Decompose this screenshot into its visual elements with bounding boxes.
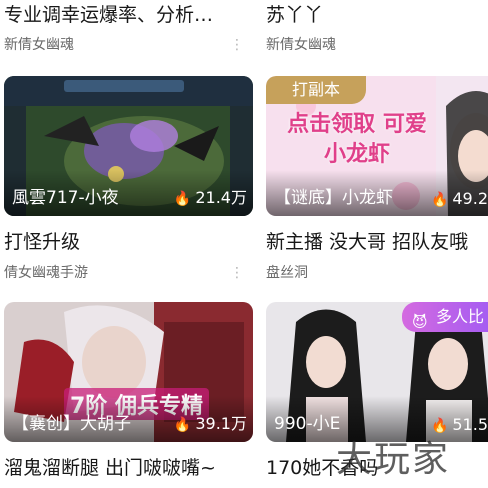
channel-name: 盘丝洞: [266, 265, 308, 281]
view-count: 🔥 49.2: [430, 189, 488, 208]
flame-icon: 🔥: [173, 191, 192, 207]
video-card[interactable]: 溜鬼溜断腿 出门啵啵嘴~: [4, 455, 222, 481]
streamer-name: 【谜底】小龙虾: [274, 188, 393, 208]
video-thumbnail[interactable]: 😈 多人比 990-小E 🔥 51.5: [266, 302, 488, 442]
flame-icon: 🔥: [173, 417, 192, 433]
video-title: 打怪升级: [4, 231, 81, 253]
video-title: 苏丫丫: [266, 4, 324, 26]
more-vertical-icon[interactable]: ⋮: [230, 263, 244, 283]
more-vertical-icon[interactable]: ⋮: [230, 35, 244, 55]
video-card[interactable]: 苏丫丫 新倩女幽魂: [266, 2, 488, 55]
view-count: 🔥 21.4万: [173, 188, 247, 207]
channel-name: 倩女幽魂手游: [4, 265, 88, 281]
multi-player-badge: 😈 多人比: [401, 302, 488, 332]
video-card[interactable]: 新主播 没大哥 招队友哦 盘丝洞: [266, 229, 488, 283]
flame-icon: 🔥: [430, 192, 449, 208]
streamer-name: 【襄创】大胡子: [12, 414, 131, 434]
streamer-name: 990-小E: [274, 414, 341, 434]
video-thumbnail[interactable]: 風雲717-小夜 🔥 21.4万: [4, 76, 253, 216]
video-card[interactable]: 打怪升级 倩女幽魂手游 ⋮: [4, 229, 244, 283]
channel-name: 新倩女幽魂: [4, 37, 74, 53]
mask-icon: 😈: [411, 313, 428, 331]
video-title: 专业调幸运爆率、分析…: [4, 4, 214, 26]
watermark: 大玩家: [336, 439, 451, 480]
promo-text: 点击领取 可爱小龙虾: [287, 112, 427, 167]
video-card[interactable]: 专业调幸运爆率、分析… 新倩女幽魂 ⋮: [4, 2, 244, 55]
video-title: 新主播 没大哥 招队友哦: [266, 231, 469, 253]
channel-name: 新倩女幽魂: [266, 37, 336, 53]
video-thumbnail[interactable]: 点击领取 可爱小龙虾 打副本 【谜底】小龙虾 🔥 49.2: [266, 76, 488, 216]
streamer-name: 風雲717-小夜: [12, 188, 119, 208]
video-title: 溜鬼溜断腿 出门啵啵嘴~: [4, 457, 216, 479]
video-thumbnail[interactable]: 7阶 佣兵专精 【襄创】大胡子 🔥39.1万: [4, 302, 253, 442]
category-badge: 打副本: [266, 76, 367, 104]
view-count: 🔥 39.1万: [173, 414, 247, 433]
